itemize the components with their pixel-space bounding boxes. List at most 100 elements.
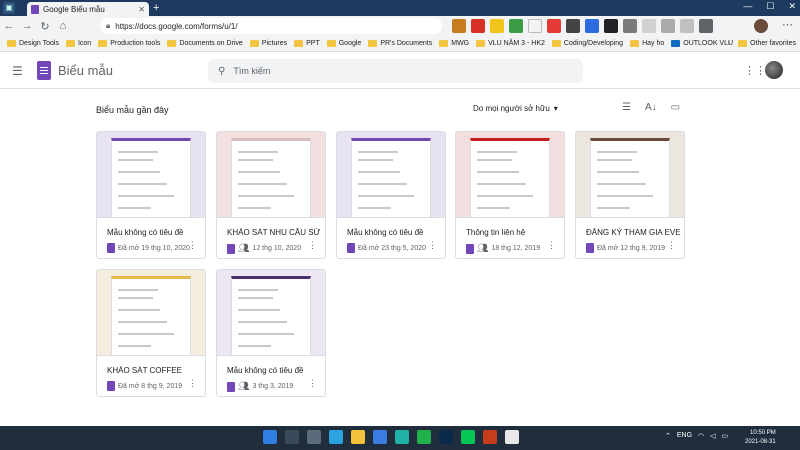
profile-avatar[interactable] — [754, 19, 768, 33]
extension-icon[interactable] — [509, 19, 523, 33]
search-icon[interactable]: ⚲ — [218, 66, 225, 77]
app-icon[interactable] — [505, 430, 519, 444]
bookmark-folder[interactable]: Google — [326, 40, 361, 47]
wifi-icon[interactable]: ◠ — [698, 432, 704, 440]
bookmark-folder[interactable]: PR's Documents — [368, 40, 432, 47]
list-view-icon[interactable]: ☰ — [622, 102, 631, 113]
taskbar-apps — [263, 430, 519, 444]
bookmark-folder[interactable]: Design Tools — [7, 40, 59, 47]
widgets-icon[interactable] — [329, 430, 343, 444]
browser-tab[interactable]: Google Biểu mẫu ✕ — [27, 2, 149, 16]
extension-icon[interactable] — [471, 19, 485, 33]
edge-icon[interactable] — [395, 430, 409, 444]
form-opened-date: 18 thg 12, 2019 — [491, 245, 541, 252]
form-title: Thông tin liên hệ — [466, 228, 526, 237]
battery-icon[interactable]: ▭ — [722, 432, 729, 440]
other-favorites[interactable]: › Other favorites — [728, 40, 796, 47]
more-options-icon[interactable]: ⋮ — [188, 378, 197, 389]
folder-icon — [551, 40, 561, 47]
extension-icon[interactable] — [566, 19, 580, 33]
more-options-icon[interactable]: ⋮ — [308, 240, 317, 251]
minimize-button[interactable]: — — [743, 1, 752, 12]
extension-icon[interactable] — [528, 19, 542, 33]
more-options-icon[interactable]: ⋮ — [308, 378, 317, 389]
form-card[interactable]: KHẢO SÁT NHU CẦU SỬ DỤNG 👥︎12 thg 10, 202… — [216, 131, 326, 259]
extension-icon[interactable] — [623, 19, 637, 33]
extension-icon[interactable] — [547, 19, 561, 33]
store-icon[interactable] — [373, 430, 387, 444]
lock-icon: 🔒︎ — [106, 21, 111, 30]
bookmark-folder[interactable]: Documents on Drive — [167, 40, 243, 47]
form-card[interactable]: Mẫu không có tiêu đề Đã mở 19 thg 10, 202… — [96, 131, 206, 259]
bookmark-folder[interactable]: Pictures — [249, 40, 287, 47]
more-options-icon[interactable]: ⋮ — [428, 240, 437, 251]
tray-chevron-icon[interactable]: ⌃ — [665, 432, 671, 440]
bookmark-folder[interactable]: Coding/Developing — [551, 40, 623, 47]
shared-icon: 👥︎ — [477, 243, 489, 253]
reload-icon[interactable]: ↻ — [36, 20, 54, 33]
form-card[interactable]: Mẫu không có tiêu đề Đã mở 23 thg 5, 2020… — [336, 131, 446, 259]
folder-picker-icon[interactable]: ▭ — [671, 102, 680, 113]
google-forms-favicon-icon — [31, 4, 39, 14]
powerpoint-icon[interactable] — [483, 430, 497, 444]
owner-filter-dropdown[interactable]: Do mọi người sở hữu ▾ — [473, 104, 558, 113]
app-title[interactable]: Biểu mẫu — [58, 63, 113, 78]
photoshop-icon[interactable] — [439, 430, 453, 444]
back-arrow-icon[interactable]: ← — [0, 20, 18, 32]
bookmark-folder[interactable]: Icon — [65, 40, 91, 47]
volume-icon[interactable]: ◁ — [710, 432, 715, 440]
chevron-right-icon[interactable]: › — [728, 40, 730, 47]
line-icon[interactable] — [461, 430, 475, 444]
sort-az-icon[interactable]: A↓ — [645, 102, 657, 113]
file-explorer-icon[interactable] — [351, 430, 365, 444]
more-options-icon[interactable]: ⋮ — [188, 240, 197, 251]
folder-icon — [630, 40, 640, 47]
more-options-icon[interactable]: ⋮ — [547, 240, 556, 251]
task-view-icon[interactable] — [307, 430, 321, 444]
extension-icon[interactable] — [604, 19, 618, 33]
new-tab-button[interactable]: + — [153, 2, 159, 14]
main-menu-icon[interactable]: ☰ — [12, 64, 23, 78]
form-card[interactable]: Thông tin liên hệ 👥︎ 18 thg 12, 2019 ⋮ — [455, 131, 565, 259]
start-button-icon[interactable] — [263, 430, 277, 444]
maximize-button[interactable]: ☐ — [766, 1, 774, 12]
language-indicator[interactable]: ENG — [677, 432, 692, 440]
forms-logo-icon[interactable] — [37, 61, 51, 80]
browser-menu-icon[interactable]: ⋯ — [782, 18, 793, 31]
extension-icon[interactable] — [661, 19, 675, 33]
window-menu-icon[interactable]: ▣ — [3, 2, 15, 14]
search-icon[interactable] — [285, 430, 299, 444]
bookmark-folder[interactable]: Hay ho — [630, 40, 664, 47]
bookmark-folder[interactable]: PPT — [294, 40, 320, 47]
view-options: ☰ A↓ ▭ — [622, 102, 680, 113]
clock[interactable]: 10:50 PM 2021-08-31 — [745, 429, 776, 447]
forms-icon — [227, 243, 235, 254]
address-bar[interactable]: 🔒︎ https://docs.google.com/forms/u/1/ — [100, 18, 442, 34]
extension-icon[interactable] — [585, 19, 599, 33]
bookmark-folder[interactable]: Production tools — [98, 40, 160, 47]
system-tray: ⌃ ENG ◠ ◁ ▭ — [665, 432, 728, 440]
search-input[interactable]: ⚲ Tìm kiếm — [208, 59, 583, 83]
search-placeholder: Tìm kiếm — [233, 66, 271, 76]
close-window-button[interactable]: ✕ — [788, 1, 796, 12]
form-card[interactable]: Mẫu không có tiêu đề 👥︎ 3 thg 3, 2019 ⋮ — [216, 269, 326, 397]
tab-close-icon[interactable]: ✕ — [138, 5, 145, 14]
bookmark-folder[interactable]: MWG — [439, 40, 469, 47]
folder-icon — [167, 40, 177, 47]
extension-icon[interactable] — [642, 19, 656, 33]
extension-icon[interactable] — [699, 19, 713, 33]
app-icon[interactable] — [417, 430, 431, 444]
extension-icon[interactable] — [680, 19, 694, 33]
forward-arrow-icon[interactable]: → — [18, 20, 36, 32]
more-options-icon[interactable]: ⋮ — [667, 240, 676, 251]
extension-icon[interactable] — [452, 19, 466, 33]
screen: ▣ Google Biểu mẫu ✕ + — ☐ ✕ ← → ↻ ⌂ 🔒︎ h… — [0, 0, 800, 450]
home-icon[interactable]: ⌂ — [54, 20, 72, 32]
forms-icon — [586, 243, 594, 253]
bookmark-link[interactable]: OUTLOOK VLU — [671, 40, 733, 47]
form-card[interactable]: ĐĂNG KÝ THAM GIA EVENT Đã mở 12 thg 9, 20… — [575, 131, 685, 259]
form-card[interactable]: KHẢO SÁT COFFEE Đã mở 8 thg 9, 2019 ⋮ — [96, 269, 206, 397]
bookmark-folder[interactable]: VLU NĂM 3 - HK2 — [476, 40, 545, 47]
account-avatar[interactable] — [765, 61, 783, 79]
extension-icon[interactable] — [490, 19, 504, 33]
